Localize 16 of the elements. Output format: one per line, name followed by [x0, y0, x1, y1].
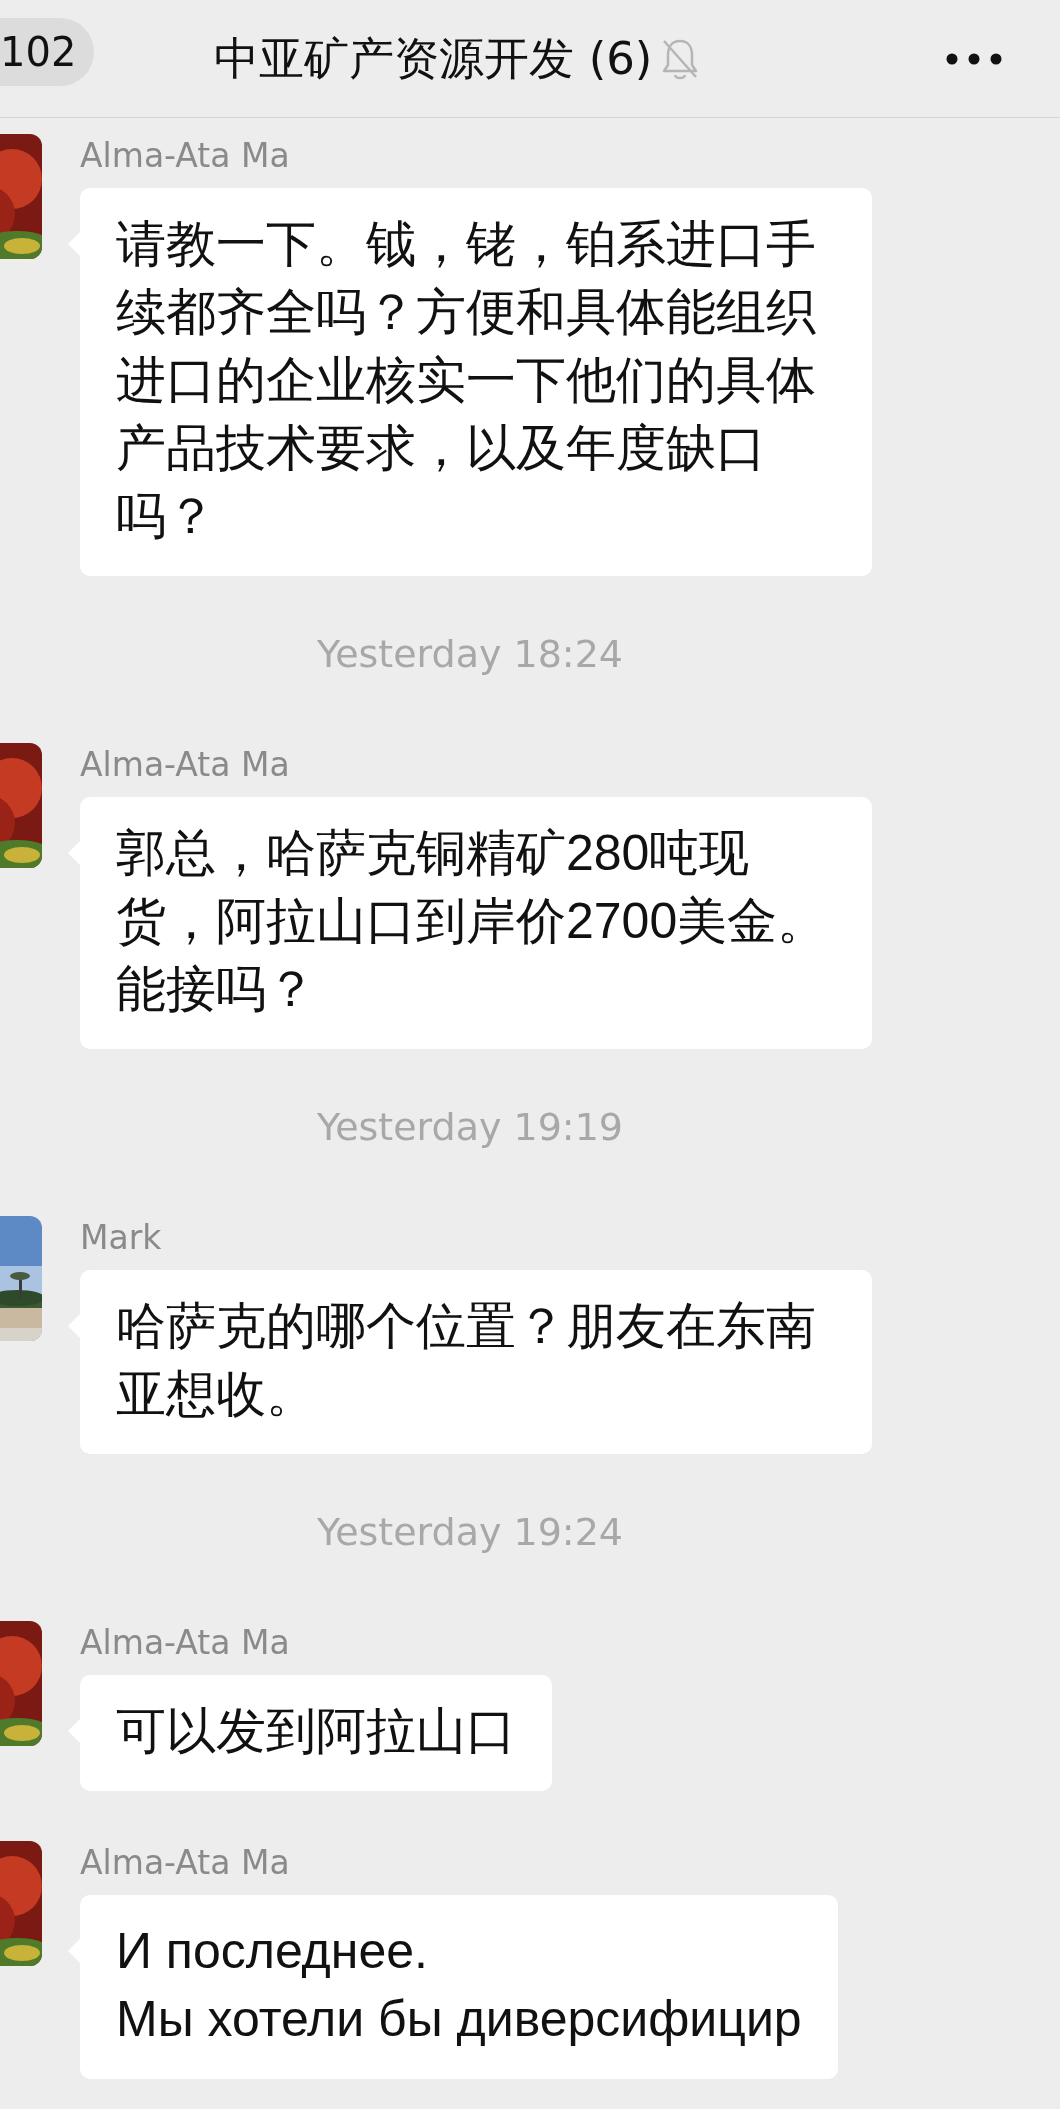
message-bubble: 可以发到阿拉山口: [80, 1675, 552, 1791]
message-bubble: И последнее. Мы хотели бы диверсифицир: [80, 1895, 838, 2079]
back-button[interactable]: 102: [0, 18, 95, 86]
sender-name: Alma-Ata Ma: [80, 1622, 291, 1664]
message-bubble: 郭总，哈萨克铜精矿280吨现货，阿拉山口到岸价2700美金。能接吗？: [80, 797, 872, 1049]
sender-name: Mark: [80, 1217, 163, 1259]
sender-name: Alma-Ata Ma: [80, 135, 291, 177]
message-bubble: 哈萨克的哪个位置？朋友在东南亚想收。: [80, 1270, 872, 1454]
timestamp: Yesterday 18:24: [316, 632, 624, 676]
message-bubble: 请教一下。钺，铑，铂系进口手续都齐全吗？方便和具体能组织进口的企业核实一下他们的具体产品技术要求，以及年度缺口吗？: [80, 188, 872, 576]
sender-name: Alma-Ata Ma: [80, 1842, 291, 1884]
timestamp: Yesterday 19:24: [316, 1510, 624, 1554]
more-icon: [946, 53, 1002, 65]
sender-name: Alma-Ata Ma: [80, 744, 291, 786]
chat-title: 中亚矿产资源开发 (6): [214, 31, 653, 88]
timestamp: Yesterday 19:19: [316, 1105, 624, 1149]
